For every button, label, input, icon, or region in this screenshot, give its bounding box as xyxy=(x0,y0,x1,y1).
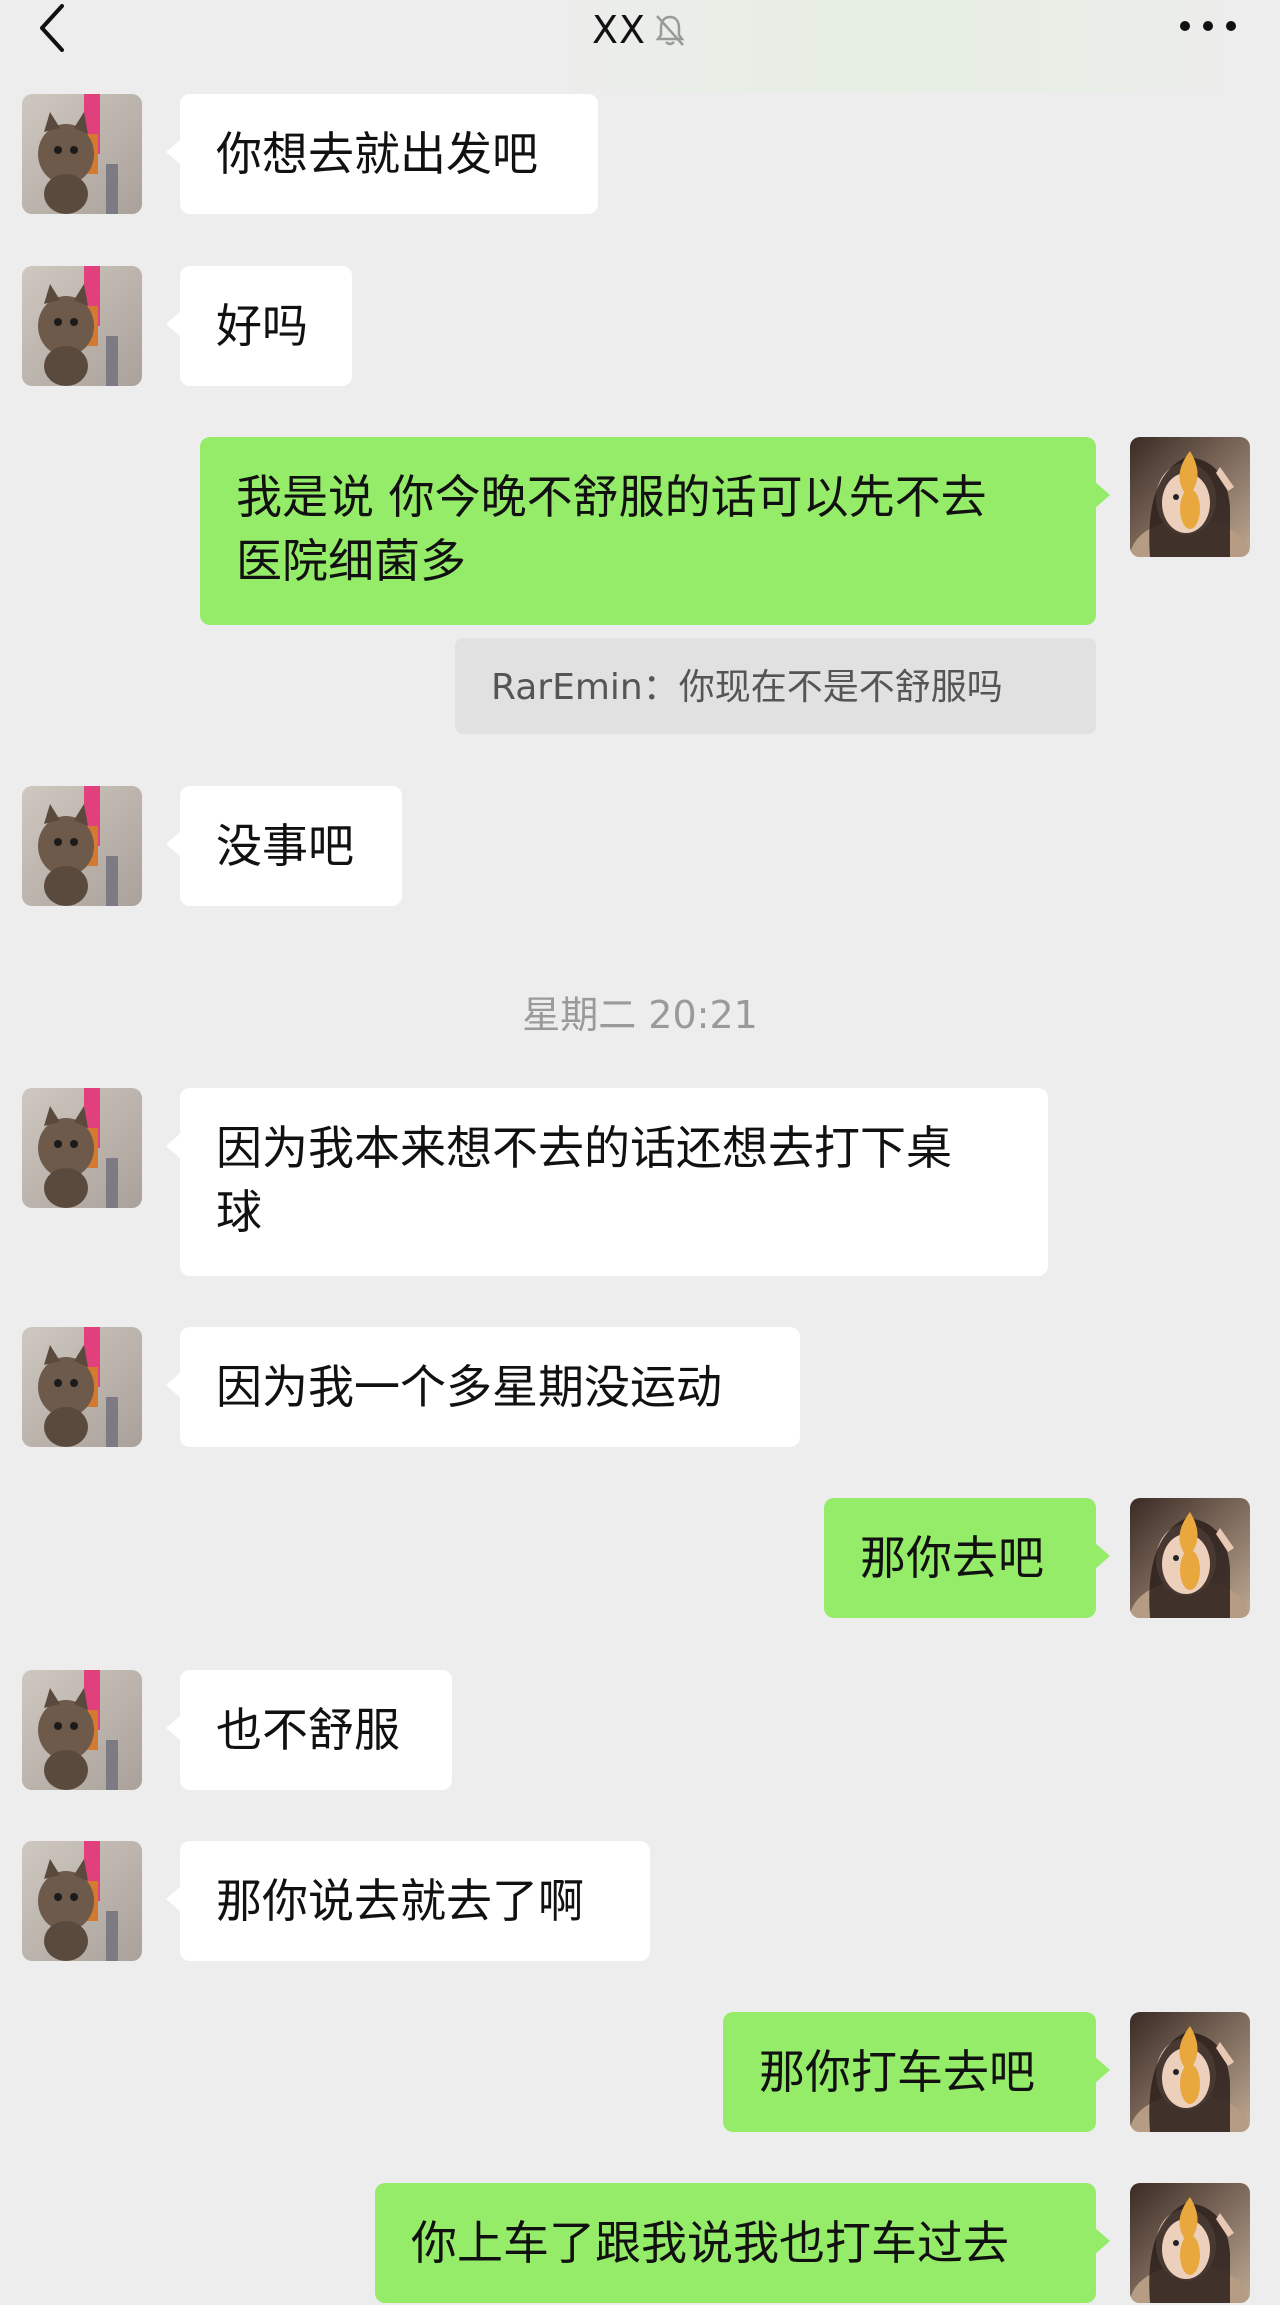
chat-title: XX xyxy=(591,8,647,52)
outgoing-message[interactable]: 你上车了跟我说我也打车过去 xyxy=(375,2183,1110,2303)
incoming-message[interactable]: 你想去就出发吧 xyxy=(166,94,598,214)
contact-avatar[interactable] xyxy=(22,1670,142,1790)
contact-avatar[interactable] xyxy=(22,1088,142,1208)
user-avatar[interactable] xyxy=(1130,2012,1250,2132)
incoming-message[interactable]: 好吗 xyxy=(166,266,352,386)
user-avatar[interactable] xyxy=(1130,2183,1250,2303)
user-avatar[interactable] xyxy=(1130,437,1250,557)
incoming-message[interactable]: 也不舒服 xyxy=(166,1670,452,1790)
outgoing-message[interactable]: 那你打车去吧 xyxy=(723,2012,1110,2132)
outgoing-message[interactable]: 那你去吧 xyxy=(824,1498,1110,1618)
contact-avatar[interactable] xyxy=(22,786,142,906)
bell-off-icon xyxy=(655,15,685,46)
quoted-reply[interactable]: RarEmin：你现在不是不舒服吗 xyxy=(455,638,1096,734)
contact-avatar[interactable] xyxy=(22,94,142,214)
chat-title-bar: XX xyxy=(0,0,1280,60)
user-avatar[interactable] xyxy=(1130,1498,1250,1618)
contact-avatar[interactable] xyxy=(22,1327,142,1447)
more-icon[interactable] xyxy=(1180,14,1236,38)
outgoing-message[interactable]: 我是说 你今晚不舒服的话可以先不去 医院细菌多 xyxy=(200,437,1110,625)
incoming-message[interactable]: 因为我本来想不去的话还想去打下桌 球 xyxy=(166,1088,1048,1276)
incoming-message[interactable]: 因为我一个多星期没运动 xyxy=(166,1327,800,1447)
incoming-message[interactable]: 没事吧 xyxy=(166,786,402,906)
contact-avatar[interactable] xyxy=(22,266,142,386)
contact-avatar[interactable] xyxy=(22,1841,142,1961)
timestamp: 星期二 20:21 xyxy=(522,993,758,1037)
incoming-message[interactable]: 那你说去就去了啊 xyxy=(166,1841,650,1961)
